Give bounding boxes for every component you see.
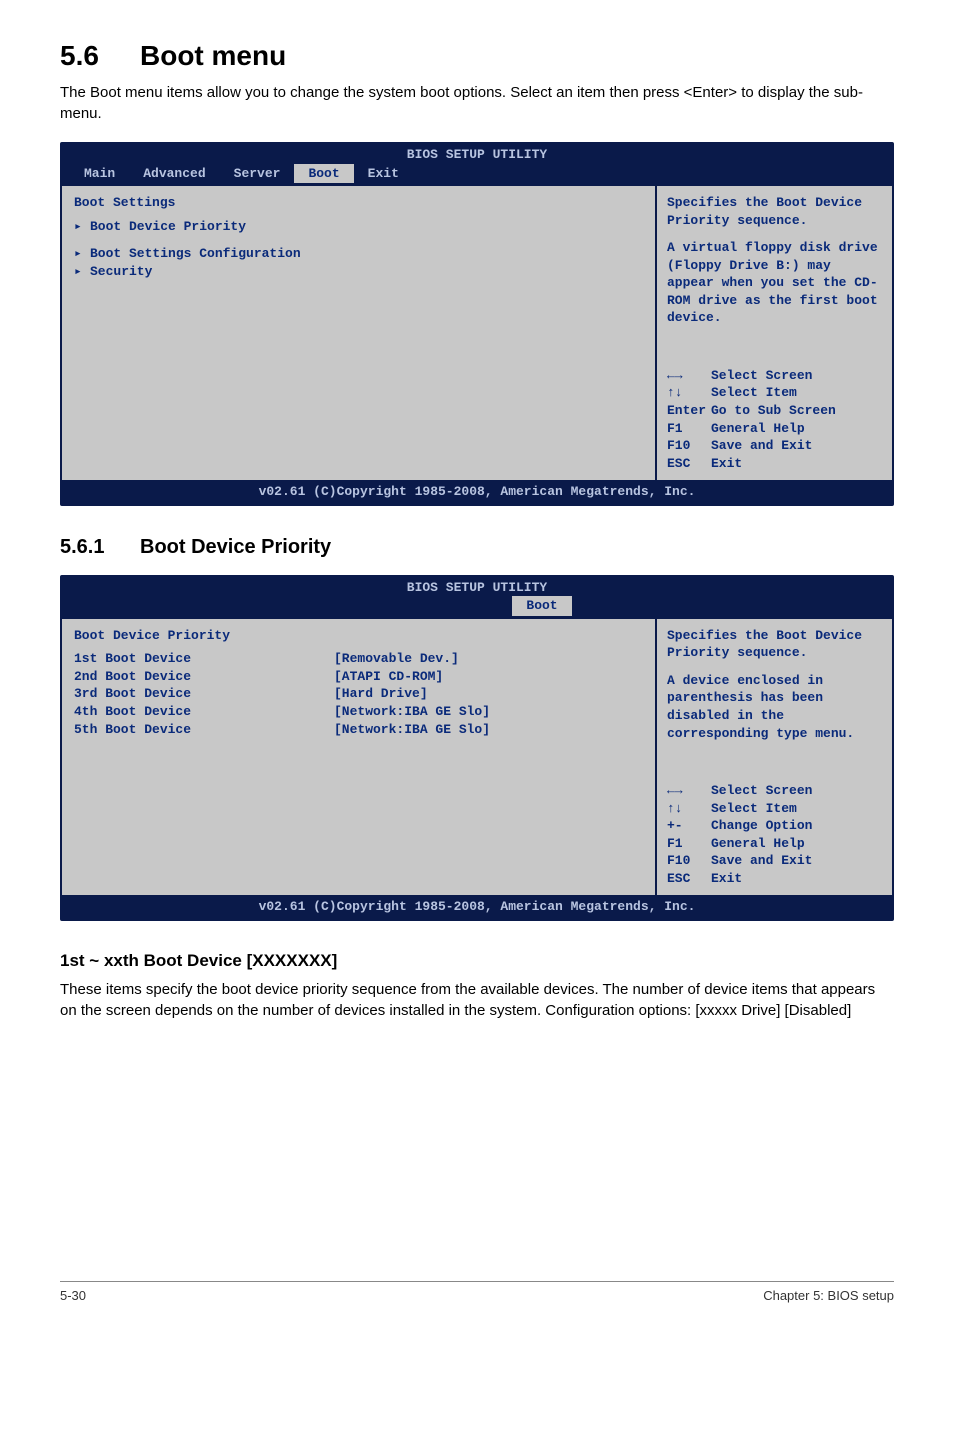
boot-device-row[interactable]: 3rd Boot Device [Hard Drive] xyxy=(74,685,643,703)
option-description: These items specify the boot device prio… xyxy=(60,979,894,1021)
key-desc: Select Screen xyxy=(711,367,812,385)
help-text-1: Specifies the Boot Device Priority seque… xyxy=(667,627,882,662)
bios-copyright: v02.61 (C)Copyright 1985-2008, American … xyxy=(62,480,892,504)
boot-device-value: [Removable Dev.] xyxy=(334,650,459,668)
section-heading: 5.6Boot menu xyxy=(60,40,894,72)
tab-boot[interactable]: Boot xyxy=(512,596,571,616)
key-enter: Enter xyxy=(667,402,711,420)
boot-device-row[interactable]: 2nd Boot Device [ATAPI CD-ROM] xyxy=(74,668,643,686)
boot-settings-title: Boot Settings xyxy=(74,194,643,212)
key-arrows-lr: ←→ xyxy=(667,782,711,800)
key-arrows-ud: ↑↓ xyxy=(667,384,711,402)
chapter-label: Chapter 5: BIOS setup xyxy=(763,1288,894,1303)
key-f10: F10 xyxy=(667,437,711,455)
help-text-1: Specifies the Boot Device Priority seque… xyxy=(667,194,882,229)
submenu-arrow-icon: ▸ xyxy=(74,245,90,263)
key-f1: F1 xyxy=(667,420,711,438)
submenu-arrow-icon: ▸ xyxy=(74,263,90,281)
bios-help-pane: Specifies the Boot Device Priority seque… xyxy=(657,619,892,896)
key-desc: Change Option xyxy=(711,817,812,835)
bios-tab-bar: Boot xyxy=(62,596,892,619)
bios-help-pane: Specifies the Boot Device Priority seque… xyxy=(657,186,892,480)
section-number: 5.6 xyxy=(60,40,140,72)
menu-boot-device-priority: Boot Device Priority xyxy=(90,219,246,234)
key-esc: ESC xyxy=(667,455,711,473)
page-footer: 5-30 Chapter 5: BIOS setup xyxy=(60,1281,894,1303)
key-f1: F1 xyxy=(667,835,711,853)
menu-row[interactable]: ▸Security xyxy=(74,263,643,281)
bios-copyright: v02.61 (C)Copyright 1985-2008, American … xyxy=(62,895,892,919)
page-number: 5-30 xyxy=(60,1288,86,1303)
boot-device-row[interactable]: 1st Boot Device [Removable Dev.] xyxy=(74,650,643,668)
boot-device-label: 2nd Boot Device xyxy=(74,668,334,686)
subsection-number: 5.6.1 xyxy=(60,536,140,559)
boot-device-label: 1st Boot Device xyxy=(74,650,334,668)
key-arrows-lr: ←→ xyxy=(667,367,711,385)
boot-device-label: 3rd Boot Device xyxy=(74,685,334,703)
key-desc: Select Item xyxy=(711,384,797,402)
bios-screenshot-boot-settings: BIOS SETUP UTILITY Main Advanced Server … xyxy=(60,142,894,506)
section-title-text: Boot menu xyxy=(140,40,286,71)
boot-priority-title: Boot Device Priority xyxy=(74,627,643,645)
menu-row[interactable]: ▸Boot Device Priority xyxy=(74,218,643,236)
intro-paragraph: The Boot menu items allow you to change … xyxy=(60,82,894,124)
boot-device-value: [Network:IBA GE Slo] xyxy=(334,703,490,721)
boot-device-value: [ATAPI CD-ROM] xyxy=(334,668,443,686)
key-plusminus: +- xyxy=(667,817,711,835)
key-arrows-ud: ↑↓ xyxy=(667,800,711,818)
bios-left-pane: Boot Device Priority 1st Boot Device [Re… xyxy=(62,619,657,896)
bios-tab-bar: Main Advanced Server Boot Exit xyxy=(62,164,892,187)
key-desc: Save and Exit xyxy=(711,437,812,455)
key-desc: Select Item xyxy=(711,800,797,818)
tab-server[interactable]: Server xyxy=(220,164,295,184)
key-esc: ESC xyxy=(667,870,711,888)
key-legend: ←→Select Screen ↑↓Select Item +-Change O… xyxy=(667,782,882,887)
menu-security: Security xyxy=(90,264,152,279)
key-desc: General Help xyxy=(711,420,805,438)
key-desc: Exit xyxy=(711,870,742,888)
key-f10: F10 xyxy=(667,852,711,870)
key-desc: General Help xyxy=(711,835,805,853)
menu-row[interactable]: ▸Boot Settings Configuration xyxy=(74,245,643,263)
option-heading: 1st ~ xxth Boot Device [XXXXXXX] xyxy=(60,951,894,971)
bios-left-pane: Boot Settings ▸Boot Device Priority ▸Boo… xyxy=(62,186,657,480)
bios-screenshot-boot-priority: BIOS SETUP UTILITY Boot Boot Device Prio… xyxy=(60,575,894,921)
boot-device-row[interactable]: 4th Boot Device [Network:IBA GE Slo] xyxy=(74,703,643,721)
tab-main[interactable]: Main xyxy=(70,164,129,184)
key-desc: Go to Sub Screen xyxy=(711,402,836,420)
tab-advanced[interactable]: Advanced xyxy=(129,164,219,184)
bios-header: BIOS SETUP UTILITY xyxy=(62,577,892,597)
key-desc: Select Screen xyxy=(711,782,812,800)
boot-device-label: 5th Boot Device xyxy=(74,721,334,739)
tab-boot[interactable]: Boot xyxy=(294,164,353,184)
key-desc: Save and Exit xyxy=(711,852,812,870)
boot-device-value: [Network:IBA GE Slo] xyxy=(334,721,490,739)
boot-device-label: 4th Boot Device xyxy=(74,703,334,721)
boot-device-value: [Hard Drive] xyxy=(334,685,428,703)
submenu-arrow-icon: ▸ xyxy=(74,218,90,236)
bios-header: BIOS SETUP UTILITY xyxy=(62,144,892,164)
subsection-heading: 5.6.1Boot Device Priority xyxy=(60,536,894,559)
help-text-2: A virtual floppy disk drive (Floppy Driv… xyxy=(667,239,882,327)
tab-exit[interactable]: Exit xyxy=(354,164,413,184)
key-legend: ←→Select Screen ↑↓Select Item EnterGo to… xyxy=(667,367,882,472)
subsection-title-text: Boot Device Priority xyxy=(140,536,331,558)
boot-device-row[interactable]: 5th Boot Device [Network:IBA GE Slo] xyxy=(74,721,643,739)
key-desc: Exit xyxy=(711,455,742,473)
help-text-2: A device enclosed in parenthesis has bee… xyxy=(667,672,882,742)
menu-boot-settings-config: Boot Settings Configuration xyxy=(90,246,301,261)
